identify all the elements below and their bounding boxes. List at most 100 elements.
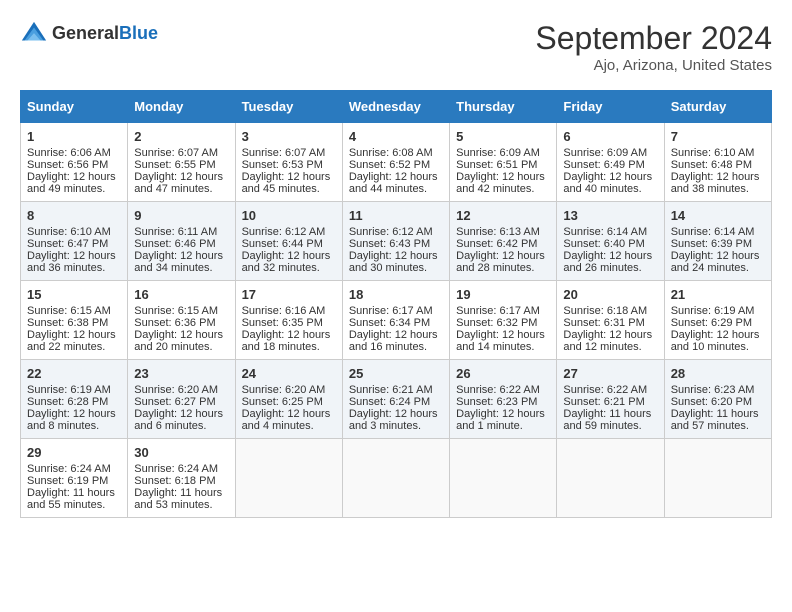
day-info-line: and 26 minutes. — [563, 262, 657, 274]
day-number: 12 — [456, 208, 550, 223]
day-info-line: Sunset: 6:38 PM — [27, 317, 121, 329]
day-info-line: and 32 minutes. — [242, 262, 336, 274]
day-number: 28 — [671, 366, 765, 381]
day-number: 14 — [671, 208, 765, 223]
calendar-cell: 26Sunrise: 6:22 AMSunset: 6:23 PMDayligh… — [450, 360, 557, 439]
calendar-cell: 15 Sunrise: 6:15 AMSunset: 6:38 PMDayligh… — [21, 281, 128, 360]
day-number: 2 — [134, 129, 228, 144]
day-number: 26 — [456, 366, 550, 381]
day-info-line: Sunset: 6:34 PM — [349, 317, 443, 329]
day-info-line: and 34 minutes. — [134, 262, 228, 274]
day-info-line: and 40 minutes. — [563, 183, 657, 195]
day-number: 6 — [563, 129, 657, 144]
day-info-line: Sunset: 6:53 PM — [242, 159, 336, 171]
day-info-line: Daylight: 12 hours — [242, 329, 336, 341]
day-info-line: and 38 minutes. — [671, 183, 765, 195]
day-info-line: Sunrise: 6:20 AM — [134, 384, 228, 396]
month-title: September 2024 — [535, 20, 772, 57]
day-number: 9 — [134, 208, 228, 223]
day-info-line: Daylight: 12 hours — [349, 329, 443, 341]
day-info-line: Sunrise: 6:11 AM — [134, 226, 228, 238]
calendar-week-5: 29Sunrise: 6:24 AMSunset: 6:19 PMDayligh… — [21, 439, 772, 518]
day-info-line: Daylight: 12 hours — [134, 171, 228, 183]
header-cell-friday: Friday — [557, 91, 664, 123]
day-info-line: Sunset: 6:28 PM — [27, 396, 121, 408]
day-info-line: Sunrise: 6:07 AM — [134, 147, 228, 159]
day-info-line: and 10 minutes. — [671, 341, 765, 353]
day-info-line: Sunrise: 6:13 AM — [456, 226, 550, 238]
day-info-line: Sunset: 6:32 PM — [456, 317, 550, 329]
day-info-line: Daylight: 12 hours — [27, 408, 121, 420]
day-info-line: Sunset: 6:51 PM — [456, 159, 550, 171]
day-number: 4 — [349, 129, 443, 144]
calendar-cell: 27Sunrise: 6:22 AMSunset: 6:21 PMDayligh… — [557, 360, 664, 439]
calendar-cell — [235, 439, 342, 518]
calendar-cell: 12Sunrise: 6:13 AMSunset: 6:42 PMDayligh… — [450, 202, 557, 281]
title-block: September 2024 Ajo, Arizona, United Stat… — [535, 20, 772, 74]
day-info-line: Sunset: 6:48 PM — [671, 159, 765, 171]
day-number: 15 — [27, 287, 121, 302]
calendar-cell: 2Sunrise: 6:07 AMSunset: 6:55 PMDaylight… — [128, 123, 235, 202]
calendar-week-1: 1Sunrise: 6:06 AMSunset: 6:56 PMDaylight… — [21, 123, 772, 202]
day-info-line: Sunset: 6:46 PM — [134, 238, 228, 250]
day-info-line: Daylight: 12 hours — [134, 329, 228, 341]
day-info-line: Sunrise: 6:12 AM — [242, 226, 336, 238]
day-number: 1 — [27, 129, 121, 144]
day-info-line: Sunrise: 6:06 AM — [27, 147, 121, 159]
day-info-line: Sunrise: 6:21 AM — [349, 384, 443, 396]
day-info-line: and 24 minutes. — [671, 262, 765, 274]
day-info-line: Daylight: 12 hours — [242, 171, 336, 183]
calendar-cell — [664, 439, 771, 518]
day-info-line: Daylight: 12 hours — [242, 408, 336, 420]
day-info-line: Sunrise: 6:17 AM — [456, 305, 550, 317]
day-info-line: Sunrise: 6:15 AM — [134, 305, 228, 317]
day-info-line: Sunset: 6:21 PM — [563, 396, 657, 408]
day-info-line: and 20 minutes. — [134, 341, 228, 353]
day-info-line: Sunrise: 6:10 AM — [27, 226, 121, 238]
day-number: 11 — [349, 208, 443, 223]
day-info-line: Sunrise: 6:12 AM — [349, 226, 443, 238]
calendar-cell: 13Sunrise: 6:14 AMSunset: 6:40 PMDayligh… — [557, 202, 664, 281]
day-info-line: Daylight: 12 hours — [349, 250, 443, 262]
calendar-cell: 16Sunrise: 6:15 AMSunset: 6:36 PMDayligh… — [128, 281, 235, 360]
calendar-cell: 9Sunrise: 6:11 AMSunset: 6:46 PMDaylight… — [128, 202, 235, 281]
day-info-line: Sunset: 6:44 PM — [242, 238, 336, 250]
day-info-line: Sunrise: 6:14 AM — [671, 226, 765, 238]
day-info-line: Daylight: 11 hours — [27, 487, 121, 499]
day-info-line: Sunset: 6:43 PM — [349, 238, 443, 250]
day-info-line: Daylight: 12 hours — [671, 171, 765, 183]
day-info-line: and 3 minutes. — [349, 420, 443, 432]
day-info-line: Daylight: 11 hours — [563, 408, 657, 420]
day-number: 16 — [134, 287, 228, 302]
day-info-line: Daylight: 12 hours — [456, 408, 550, 420]
day-info-line: Daylight: 11 hours — [671, 408, 765, 420]
calendar-cell — [450, 439, 557, 518]
day-info-line: Daylight: 12 hours — [349, 408, 443, 420]
day-info-line: Sunrise: 6:15 AM — [27, 305, 121, 317]
location-label: Ajo, Arizona, United States — [535, 57, 772, 74]
calendar-cell: 25Sunrise: 6:21 AMSunset: 6:24 PMDayligh… — [342, 360, 449, 439]
logo-text: GeneralBlue — [52, 24, 158, 44]
day-info-line: Sunrise: 6:24 AM — [27, 463, 121, 475]
day-info-line: Daylight: 12 hours — [563, 171, 657, 183]
header-cell-tuesday: Tuesday — [235, 91, 342, 123]
day-info-line: Daylight: 12 hours — [349, 171, 443, 183]
day-info-line: Daylight: 12 hours — [27, 329, 121, 341]
calendar-cell: 17Sunrise: 6:16 AMSunset: 6:35 PMDayligh… — [235, 281, 342, 360]
calendar-cell: 22Sunrise: 6:19 AMSunset: 6:28 PMDayligh… — [21, 360, 128, 439]
header-cell-sunday: Sunday — [21, 91, 128, 123]
day-info-line: and 49 minutes. — [27, 183, 121, 195]
calendar-header-row: SundayMondayTuesdayWednesdayThursdayFrid… — [21, 91, 772, 123]
day-info-line: and 18 minutes. — [242, 341, 336, 353]
day-info-line: Sunrise: 6:24 AM — [134, 463, 228, 475]
day-info-line: and 53 minutes. — [134, 499, 228, 511]
day-info-line: Daylight: 12 hours — [242, 250, 336, 262]
day-number: 29 — [27, 445, 121, 460]
calendar-cell: 28Sunrise: 6:23 AMSunset: 6:20 PMDayligh… — [664, 360, 771, 439]
calendar-cell: 3Sunrise: 6:07 AMSunset: 6:53 PMDaylight… — [235, 123, 342, 202]
day-number: 23 — [134, 366, 228, 381]
day-info-line: Sunset: 6:47 PM — [27, 238, 121, 250]
calendar-cell: 20Sunrise: 6:18 AMSunset: 6:31 PMDayligh… — [557, 281, 664, 360]
calendar-cell: 14Sunrise: 6:14 AMSunset: 6:39 PMDayligh… — [664, 202, 771, 281]
day-info-line: Sunrise: 6:22 AM — [456, 384, 550, 396]
